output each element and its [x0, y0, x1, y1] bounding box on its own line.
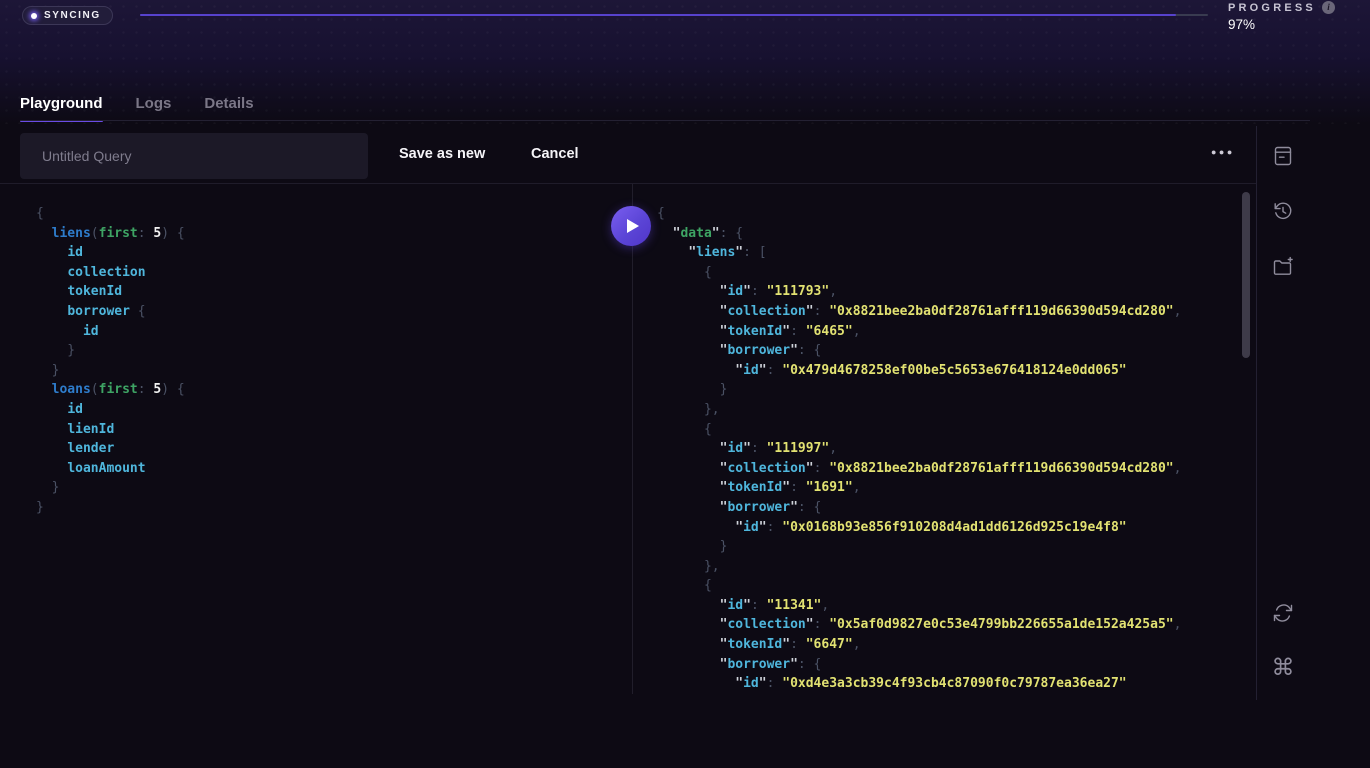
- info-icon[interactable]: i: [1322, 1, 1335, 14]
- tab-details[interactable]: Details: [204, 95, 253, 122]
- progress-label: PROGRESS: [1228, 2, 1316, 14]
- execute-query-button[interactable]: [611, 206, 651, 246]
- syncing-status-badge: SYNCING: [22, 6, 113, 25]
- tabs-divider: [20, 120, 1310, 121]
- play-icon: [627, 219, 639, 233]
- new-folder-icon[interactable]: [1271, 255, 1295, 279]
- tab-bar: Playground Logs Details: [20, 95, 254, 122]
- syncing-label: SYNCING: [44, 10, 101, 21]
- tab-logs[interactable]: Logs: [136, 95, 172, 122]
- tab-playground[interactable]: Playground: [20, 95, 103, 122]
- saved-queries-icon[interactable]: [1271, 144, 1295, 168]
- history-icon[interactable]: [1271, 199, 1295, 223]
- progress-value: 97%: [1228, 17, 1335, 32]
- sync-progress-bar: [140, 14, 1208, 16]
- save-as-new-button[interactable]: Save as new: [399, 146, 485, 162]
- editor-result-divider: [632, 184, 633, 694]
- result-scrollbar-thumb[interactable]: [1242, 192, 1250, 358]
- playground-app: SYNCING PROGRESS i 97% Playground Logs D…: [0, 0, 1370, 768]
- refresh-icon[interactable]: [1271, 601, 1295, 625]
- sync-dot-icon: [31, 13, 37, 19]
- query-name-input[interactable]: [20, 133, 368, 179]
- sidebar-divider: [1256, 126, 1257, 700]
- more-options-icon[interactable]: ●●●: [1211, 147, 1235, 157]
- query-editor[interactable]: { liens(first: 5) { id collection tokenI…: [36, 204, 616, 524]
- cancel-button[interactable]: Cancel: [531, 146, 579, 162]
- sync-progress-fill: [140, 14, 1176, 16]
- result-viewer: { "data": { "liens": [ { "id": "111793",…: [657, 204, 1241, 696]
- toolbar-divider: [0, 183, 1256, 184]
- command-icon[interactable]: ⌘: [1271, 656, 1295, 680]
- progress-readout: PROGRESS i 97%: [1228, 1, 1335, 32]
